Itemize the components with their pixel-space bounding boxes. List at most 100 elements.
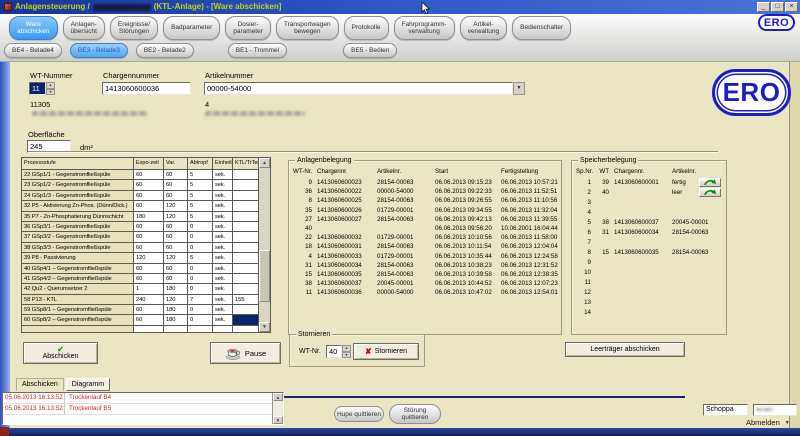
process-value-cell[interactable]: 5: [188, 212, 213, 222]
table-row[interactable]: 14: [576, 308, 724, 318]
process-value-cell[interactable]: [233, 274, 258, 284]
process-value-cell[interactable]: sek.: [213, 180, 233, 190]
process-name-cell[interactable]: 36 GSp3/1 - Gegenstromfließspüle: [22, 222, 134, 232]
table-row[interactable]: 4: [576, 208, 724, 218]
username-field[interactable]: Schoppa: [703, 404, 748, 416]
table-row[interactable]: 7: [576, 238, 724, 248]
logout-button[interactable]: Abmelden ▼: [746, 418, 790, 427]
spin-down-icon[interactable]: ▼: [342, 352, 351, 359]
process-name-cell[interactable]: 32 P5 - Aktivierung Zn-Phos. (Dünn/Dick.…: [22, 201, 134, 211]
table-row[interactable]: 4006.06.2013 09:56:2010.06.2001 16:04:44: [293, 224, 559, 233]
process-value-cell[interactable]: [233, 264, 258, 274]
table-row[interactable]: 10: [576, 268, 724, 278]
process-name-cell[interactable]: 60 GSp8/2 – Gegenstromfließspüle: [22, 315, 134, 325]
artikel-number-select[interactable]: 00000-54000 ▼: [204, 82, 525, 95]
process-value-cell[interactable]: 60: [134, 305, 164, 315]
process-name-cell[interactable]: 41 GSp4/2 – Gegenstromfließspüle: [22, 274, 134, 284]
table-row[interactable]: 60 GSp8/2 – Gegenstromfließspüle601800se…: [22, 315, 258, 325]
table-row[interactable]: 41 GSp4/2 – Gegenstromfließspüle60600sek…: [22, 274, 258, 284]
process-value-cell[interactable]: 60: [134, 222, 164, 232]
artikel-number-value[interactable]: 00000-54000: [204, 82, 513, 95]
stornieren-button[interactable]: ✘ Stornieren: [353, 343, 419, 360]
table-row[interactable]: 1391413060600001fertig: [576, 178, 724, 188]
log-entry[interactable]: 05.06.2013 16:13:52Trockenlauf B5: [3, 404, 272, 415]
nav-button-ereignisse-störungen[interactable]: Ereignisse/ Störungen: [110, 16, 158, 40]
leertraeger-button[interactable]: Leerträger abschicken: [565, 342, 685, 357]
table-row[interactable]: 36 GSp3/1 - Gegenstromfließspüle60600sek…: [22, 222, 258, 232]
process-value-cell[interactable]: 60: [164, 170, 188, 180]
table-row[interactable]: 4141306060003301729-0000106.06.2013 10:3…: [293, 252, 559, 261]
nav-button-badparameter[interactable]: Badparameter: [163, 16, 220, 40]
process-name-cell[interactable]: 39 P8 - Passivierung: [22, 253, 134, 263]
process-value-cell[interactable]: sek.: [213, 274, 233, 284]
process-value-cell[interactable]: [233, 232, 258, 242]
abschicken-button[interactable]: ✔ Abschicken: [23, 342, 98, 364]
process-value-cell[interactable]: 0: [188, 284, 213, 294]
table-row[interactable]: 8141306060002528154-0006306.06.2013 09:2…: [293, 196, 559, 205]
process-value-cell[interactable]: 5: [188, 180, 213, 190]
process-value-cell[interactable]: sek.: [213, 191, 233, 201]
process-value-cell[interactable]: [233, 243, 258, 253]
process-value-cell[interactable]: 7: [188, 295, 213, 305]
process-name-cell[interactable]: 35 P7 - Zn-Phosphatierung Dünnschicht: [22, 212, 134, 222]
hupe-quittieren-button[interactable]: Hupe quittieren: [334, 406, 384, 422]
process-value-cell[interactable]: 60: [164, 264, 188, 274]
nav-button-dosier-parameter[interactable]: Dosier- parameter: [225, 16, 271, 40]
chevron-down-icon[interactable]: ▼: [513, 82, 525, 95]
bottom-tab-diagramm[interactable]: Diagramm: [66, 378, 110, 391]
transfer-button[interactable]: [699, 178, 721, 187]
process-value-cell[interactable]: sek.: [213, 232, 233, 242]
process-value-cell[interactable]: 120: [134, 253, 164, 263]
scroll-up-icon[interactable]: ▲: [273, 393, 283, 401]
process-value-cell[interactable]: sek.: [213, 222, 233, 232]
process-value-cell[interactable]: 155: [233, 295, 258, 305]
process-name-cell[interactable]: 59 GSp8/1 – Gegenstromfließspüle: [22, 305, 134, 315]
table-row[interactable]: 59 GSp8/1 – Gegenstromfließspüle601800se…: [22, 305, 258, 315]
process-value-cell[interactable]: 120: [164, 212, 188, 222]
station-tab-be4-belade4[interactable]: BE4 - Belade4: [4, 43, 62, 58]
process-value-cell[interactable]: 180: [134, 212, 164, 222]
process-value-cell[interactable]: 180: [164, 284, 188, 294]
process-value-cell[interactable]: [233, 191, 258, 201]
scroll-down-icon[interactable]: ▼: [273, 416, 283, 424]
nav-button-transportwagen-bewegen[interactable]: Transportwagen bewegen: [276, 16, 339, 40]
station-tab-be2-belade2[interactable]: BE2 - Belade2: [136, 43, 194, 58]
process-name-cell[interactable]: 37 GSp3/2 - Gegenstromfließspüle: [22, 232, 134, 242]
process-value-cell[interactable]: sek.: [213, 201, 233, 211]
process-value-cell[interactable]: sek.: [213, 295, 233, 305]
process-value-cell[interactable]: [233, 180, 258, 190]
process-value-cell[interactable]: 180: [164, 315, 188, 325]
table-row[interactable]: 631141306060003428154-00063: [576, 228, 724, 238]
table-row[interactable]: 37 GSp3/2 - Gegenstromfließspüle60600sek…: [22, 232, 258, 242]
process-value-cell[interactable]: 5: [188, 253, 213, 263]
process-value-cell[interactable]: 5: [188, 170, 213, 180]
process-value-cell[interactable]: sek.: [213, 170, 233, 180]
stoerung-quittieren-button[interactable]: Störung quittieren: [389, 404, 441, 424]
process-value-cell[interactable]: sek.: [213, 253, 233, 263]
process-value-cell[interactable]: sek.: [213, 284, 233, 294]
table-row[interactable]: 40 GSp4/1 – Gegenstromfließspüle60600sek…: [22, 264, 258, 274]
table-row[interactable]: 23 GSp1/2 - Gegenstromfließspüle60605sek…: [22, 180, 258, 190]
nav-button-anlagen-übersicht[interactable]: Anlagen- übersicht: [63, 16, 105, 40]
process-name-cell[interactable]: 22 GSp1/1 - Gegenstromfließspüle: [22, 170, 134, 180]
process-table-scrollbar[interactable]: ▲ ▼: [258, 158, 270, 332]
table-row[interactable]: 31141306060003428154-0006306.06.2013 10:…: [293, 261, 559, 270]
process-value-cell[interactable]: sek.: [213, 264, 233, 274]
process-value-cell[interactable]: 5: [188, 201, 213, 211]
table-row[interactable]: 32 P5 - Aktivierung Zn-Phos. (Dünn/Dick.…: [22, 201, 258, 211]
process-value-cell[interactable]: [233, 315, 258, 325]
table-row[interactable]: 11141306060003600000-5400006.06.2013 10:…: [293, 288, 559, 297]
process-value-cell[interactable]: 0: [188, 264, 213, 274]
event-log-scrollbar[interactable]: ▲ ▼: [272, 393, 283, 424]
process-value-cell[interactable]: 0: [188, 232, 213, 242]
process-value-cell[interactable]: sek.: [213, 212, 233, 222]
table-row[interactable]: 38141306060003720045-0000106.06.2013 10:…: [293, 279, 559, 288]
process-value-cell[interactable]: 0: [188, 222, 213, 232]
process-value-cell[interactable]: 60: [134, 315, 164, 325]
table-row[interactable]: 11: [576, 278, 724, 288]
nav-button-bedienschalter[interactable]: Bedienschalter: [512, 16, 571, 40]
table-row[interactable]: 22 GSp1/1 - Gegenstromfließspüle60605sek…: [22, 170, 258, 180]
process-name-cell[interactable]: 42 Qu2 - Querumsetzer 2: [22, 284, 134, 294]
minimize-button[interactable]: _: [757, 2, 770, 12]
process-value-cell[interactable]: 60: [164, 274, 188, 284]
